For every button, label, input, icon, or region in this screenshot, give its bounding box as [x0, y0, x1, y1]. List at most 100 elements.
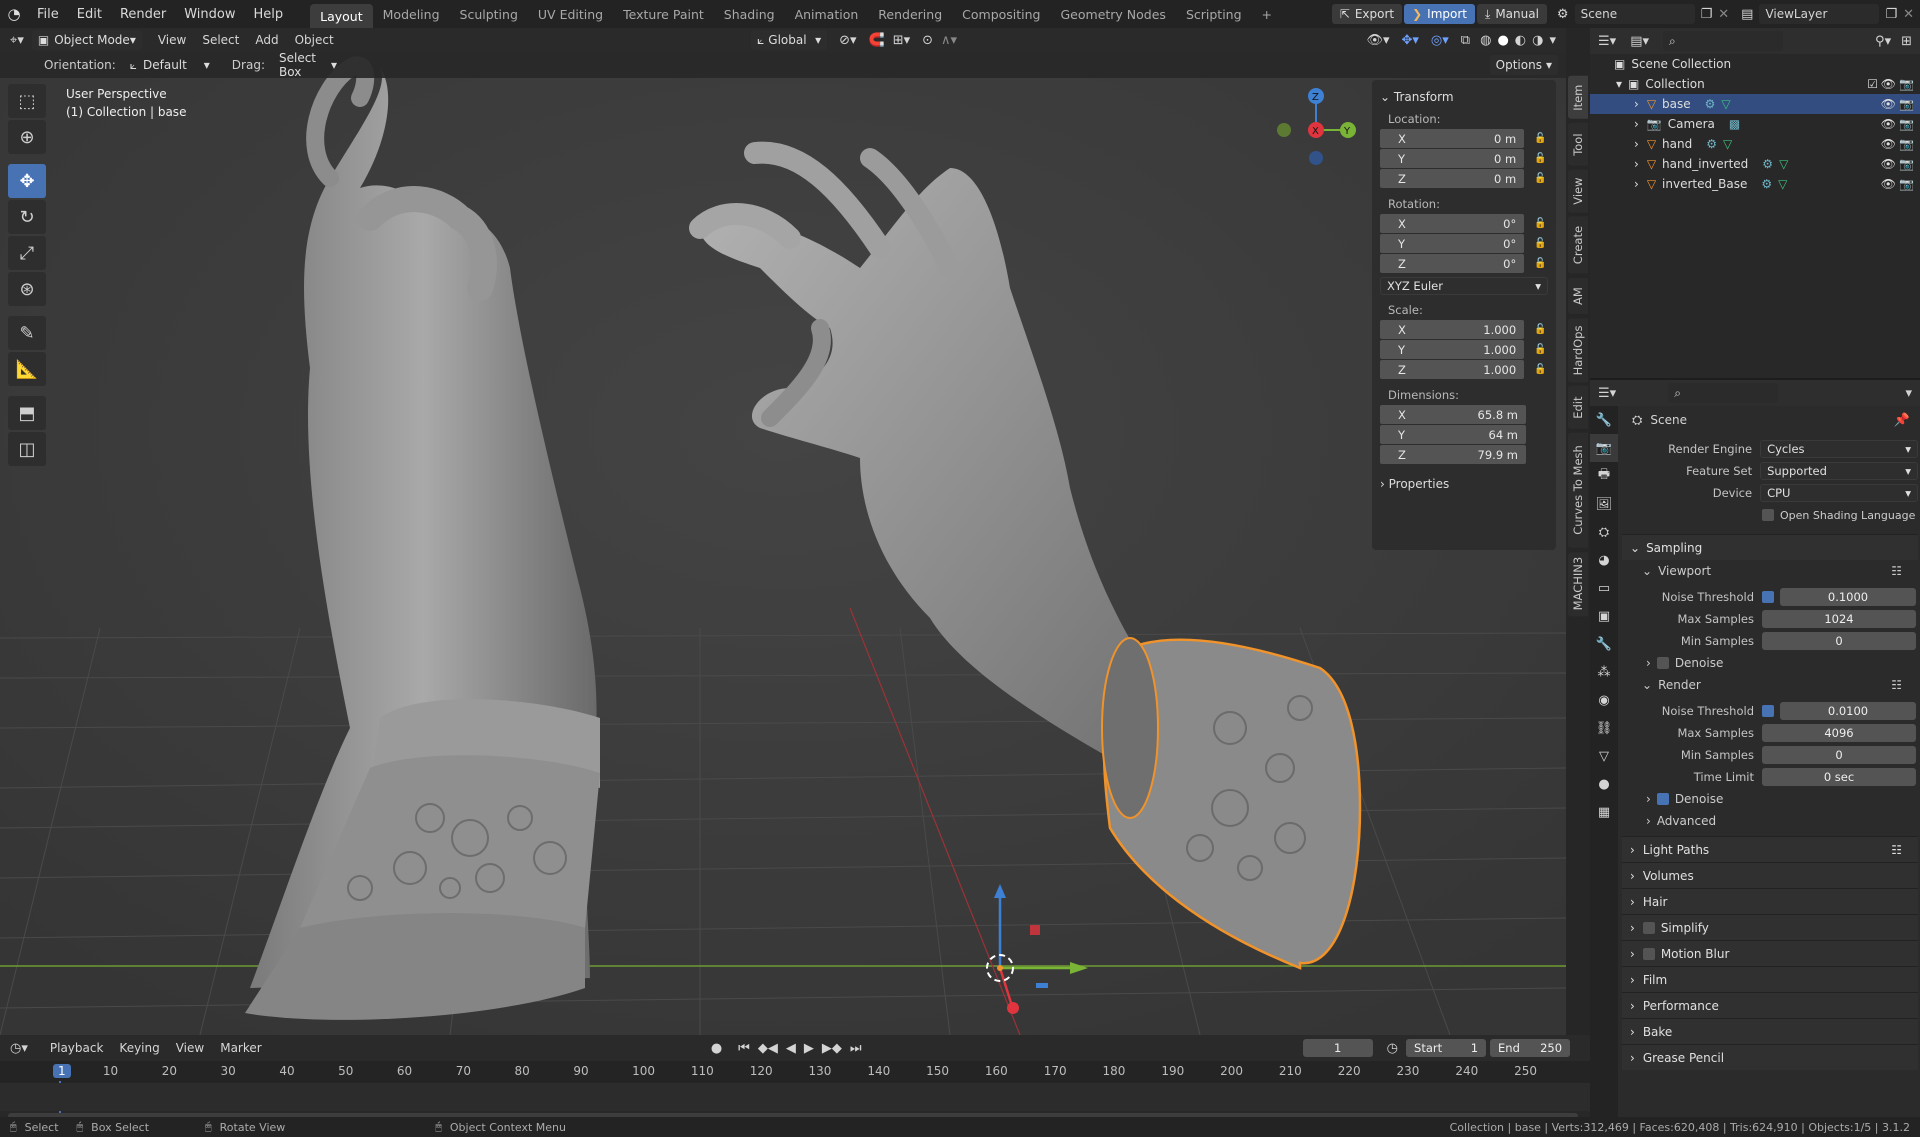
panel-simplify[interactable]: › Simplify [1622, 914, 1918, 940]
checkbox-icon[interactable] [1642, 947, 1655, 960]
physics-tab-icon[interactable]: ◉ [1590, 686, 1618, 714]
tab-texture-paint[interactable]: Texture Paint [613, 0, 714, 28]
menu-render[interactable]: Render [111, 0, 175, 28]
camera-render-icon[interactable]: 📷 [1899, 97, 1914, 111]
list-icon[interactable]: ☷ [1891, 564, 1902, 578]
r-denoise-subpanel[interactable]: › Denoise [1622, 788, 1918, 810]
eye-icon[interactable]: 👁 [1881, 77, 1896, 91]
tab-sculpting[interactable]: Sculpting [450, 0, 528, 28]
object-tab-icon[interactable]: ▣ [1590, 602, 1618, 630]
wireframe-shading-icon[interactable]: ◍ [1480, 33, 1491, 48]
render-subpanel-header[interactable]: ⌄ Render ☷ [1622, 674, 1918, 696]
modifier-icon[interactable]: ⚙ [1762, 157, 1773, 171]
r-max-samples-field[interactable]: 4096 [1762, 724, 1916, 742]
list-icon[interactable]: ☷ [1891, 678, 1902, 692]
lock-icon[interactable]: 🔓 [1534, 173, 1548, 185]
scale-z-field[interactable]: Z 1.000 [1380, 360, 1525, 379]
extra-tool-icon[interactable]: ◫ [8, 432, 46, 466]
tab-uv-editing[interactable]: UV Editing [528, 0, 613, 28]
snap-target-icon[interactable]: ⊞▾ [893, 33, 910, 48]
viewport-menu-view[interactable]: View [150, 33, 194, 47]
scene-remove-icon[interactable]: ✕ [1718, 7, 1729, 22]
properties-search-input[interactable]: ⌕ [1668, 383, 1779, 403]
play-icon[interactable]: ▶ [804, 1041, 814, 1056]
timeline-menu-playback[interactable]: Playback [42, 1041, 112, 1055]
viewlayer-remove-icon[interactable]: ✕ [1903, 7, 1914, 22]
expand-icon[interactable]: › [1634, 117, 1639, 131]
tab-layout[interactable]: Layout [310, 4, 373, 28]
scale-tool-icon[interactable]: ⤢ [8, 236, 46, 270]
menu-window[interactable]: Window [175, 0, 244, 28]
location-x-field[interactable]: X0 m [1380, 129, 1525, 148]
sidebar-tab-view[interactable]: View [1568, 169, 1588, 213]
pivot-icon[interactable]: ⊘▾ [839, 33, 856, 48]
timeline-menu-keying[interactable]: Keying [111, 1041, 167, 1055]
location-z-field[interactable]: Z0 m [1380, 169, 1525, 188]
panel-grease-pencil[interactable]: › Grease Pencil [1622, 1044, 1918, 1070]
material-tab-icon[interactable]: ● [1590, 770, 1618, 798]
rotation-x-field[interactable]: X 0° [1380, 214, 1525, 233]
texture-tab-icon[interactable]: ▦ [1590, 798, 1618, 826]
lock-icon[interactable]: 🔓 [1534, 344, 1548, 356]
expand-icon[interactable]: › [1634, 157, 1639, 171]
lock-icon[interactable]: 🔓 [1534, 324, 1548, 336]
record-icon[interactable]: ● [711, 1041, 722, 1056]
proportional-edit-icon[interactable]: ⊙ [922, 33, 933, 48]
scale-y-field[interactable]: Y 1.000 [1380, 340, 1525, 359]
current-frame-field[interactable]: 1 [1302, 1039, 1373, 1057]
blender-logo-icon[interactable]: ◔ [0, 5, 28, 23]
mode-dropdown[interactable]: ▣ Object Mode ▾ [31, 30, 142, 50]
scene-name-field[interactable]: Scene [1574, 4, 1695, 24]
eye-icon[interactable]: 👁 [1881, 117, 1896, 131]
sidebar-tab-create[interactable]: Create [1568, 216, 1588, 274]
cursor-tool-icon[interactable]: ⊕ [8, 120, 46, 154]
scene-collection-row[interactable]: ▣ Scene Collection [1590, 54, 1920, 74]
options-dropdown[interactable]: Options ▾ [1489, 55, 1558, 75]
editor-type-icon[interactable]: ☰▾ [1598, 34, 1616, 49]
render-engine-dropdown[interactable]: Cycles ▾ [1760, 440, 1918, 458]
outliner-item-camera[interactable]: › 📷 Camera ▩ 👁 📷 [1590, 114, 1920, 134]
sampling-panel-header[interactable]: ⌄ Sampling [1622, 534, 1918, 560]
panel-bake[interactable]: › Bake [1622, 1018, 1918, 1044]
r-time-limit-field[interactable]: 0 sec [1762, 768, 1916, 786]
collapse-icon[interactable]: ▾ [1616, 77, 1622, 91]
eye-icon[interactable]: 👁 [1881, 177, 1896, 191]
jump-end-icon[interactable]: ⏭ [850, 1041, 862, 1056]
dimensions-x-field[interactable]: X 65.8 m [1380, 405, 1526, 424]
camera-data-icon[interactable]: ▩ [1729, 117, 1740, 131]
outliner-search-input[interactable]: ⌕ [1663, 31, 1783, 51]
dimensions-y-field[interactable]: Y 64 m [1380, 425, 1526, 444]
sidebar-tab-edit[interactable]: Edit [1568, 386, 1588, 429]
chevron-down-icon[interactable]: ▾ [1905, 386, 1912, 401]
orientation-dropdown[interactable]: ⟀ Default ▾ [124, 55, 216, 75]
viewport-scene[interactable]: Z Y X [0, 28, 1566, 1035]
expand-icon[interactable]: › [1634, 137, 1639, 151]
collection-row[interactable]: ▾ ▣ Collection ☑ 👁 📷 [1590, 74, 1920, 94]
frame-ruler[interactable]: 1 10 20 30 40 50 60 70 80 90 100 110 120 130 140 150 160… [0, 1061, 1590, 1117]
add-cube-tool-icon[interactable]: ⬒ [8, 396, 46, 430]
location-y-field[interactable]: Y0 m [1380, 149, 1525, 168]
viewport-menu-object[interactable]: Object [287, 33, 342, 47]
rotation-z-field[interactable]: Z 0° [1380, 254, 1525, 273]
vp-min-samples-field[interactable]: 0 [1762, 632, 1916, 650]
import-button[interactable]: ❯ Import [1404, 4, 1475, 24]
data-tab-icon[interactable]: ▽ [1590, 742, 1618, 770]
lock-icon[interactable]: 🔓 [1534, 238, 1548, 250]
editor-type-icon[interactable]: ◷▾ [10, 1041, 28, 1056]
visibility-icon[interactable]: 👁▾ [1366, 33, 1389, 48]
sidebar-tab-am[interactable]: AM [1568, 277, 1588, 314]
filter-icon[interactable]: ⚲▾ [1875, 34, 1891, 49]
material-shading-icon[interactable]: ◐ [1515, 33, 1526, 48]
tab-geometry-nodes[interactable]: Geometry Nodes [1051, 0, 1176, 28]
timeline-menu-view[interactable]: View [168, 1041, 212, 1055]
sidebar-tab-tool[interactable]: Tool [1568, 122, 1588, 166]
transform-orientation-dropdown[interactable]: ⟀ Global ▾ [751, 30, 828, 50]
select-box-tool-icon[interactable]: ⬚ [8, 84, 46, 118]
tab-scripting[interactable]: Scripting [1176, 0, 1252, 28]
panel-film[interactable]: › Film [1622, 966, 1918, 992]
lock-icon[interactable]: 🔓 [1534, 153, 1548, 165]
camera-render-icon[interactable]: 📷 [1899, 177, 1914, 191]
mesh-data-icon[interactable]: ▽ [1778, 177, 1787, 191]
mesh-data-icon[interactable]: ▽ [1723, 137, 1732, 151]
menu-file[interactable]: File [28, 0, 68, 28]
